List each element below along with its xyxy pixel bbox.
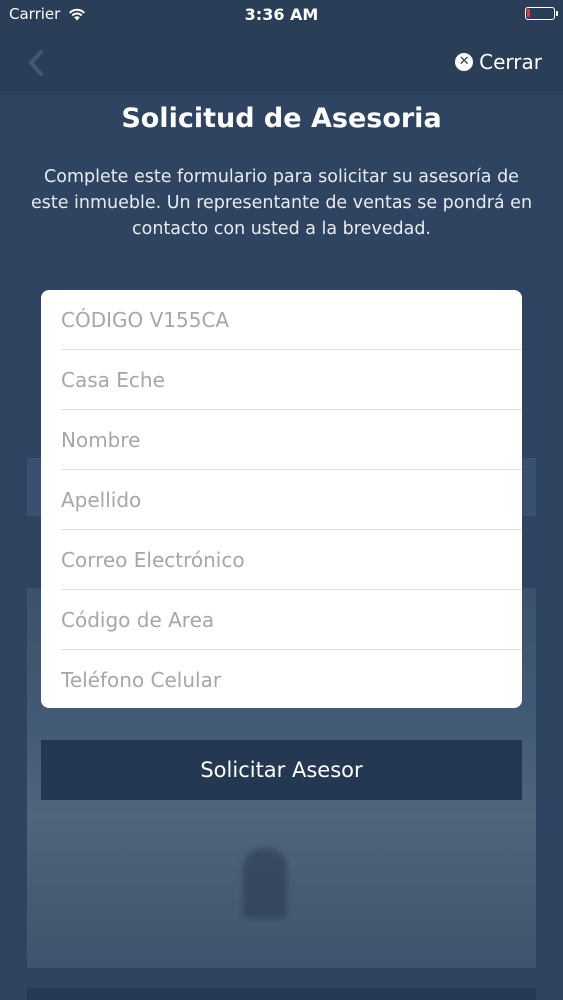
nav-bar: ✕ Cerrar: [0, 30, 563, 95]
close-button[interactable]: ✕ Cerrar: [455, 50, 542, 74]
phone-input[interactable]: [61, 667, 522, 692]
submit-button[interactable]: Solicitar Asesor: [41, 740, 522, 800]
chevron-left-icon[interactable]: [28, 50, 44, 80]
close-circle-icon: ✕: [455, 53, 474, 71]
battery-icon: [525, 7, 558, 20]
apellido-input[interactable]: [61, 487, 522, 512]
background-figure: [243, 848, 287, 918]
clock: 3:36 AM: [244, 5, 319, 24]
email-input[interactable]: [61, 547, 522, 572]
correo-row: [61, 530, 522, 590]
property-name: Casa Eche: [61, 367, 165, 392]
codigo-area-row: [61, 590, 522, 650]
background-bottom-band: [27, 988, 536, 1000]
nombre-input[interactable]: [61, 427, 522, 452]
apellido-row: [61, 470, 522, 530]
nombre-row: [61, 410, 522, 470]
property-code: CÓDIGO V155CA: [61, 307, 230, 332]
area-code-input[interactable]: [61, 607, 522, 632]
code-row: CÓDIGO V155CA: [61, 290, 522, 350]
property-row: Casa Eche: [61, 350, 522, 410]
telefono-row: [61, 650, 522, 708]
page-title: Solicitud de Asesoria: [121, 103, 442, 134]
close-label: Cerrar: [479, 50, 542, 74]
request-form: CÓDIGO V155CA Casa Eche: [41, 290, 522, 708]
page-description: Complete este formulario para solicitar …: [30, 167, 533, 239]
status-bar: Carrier 3:36 AM: [0, 0, 563, 30]
